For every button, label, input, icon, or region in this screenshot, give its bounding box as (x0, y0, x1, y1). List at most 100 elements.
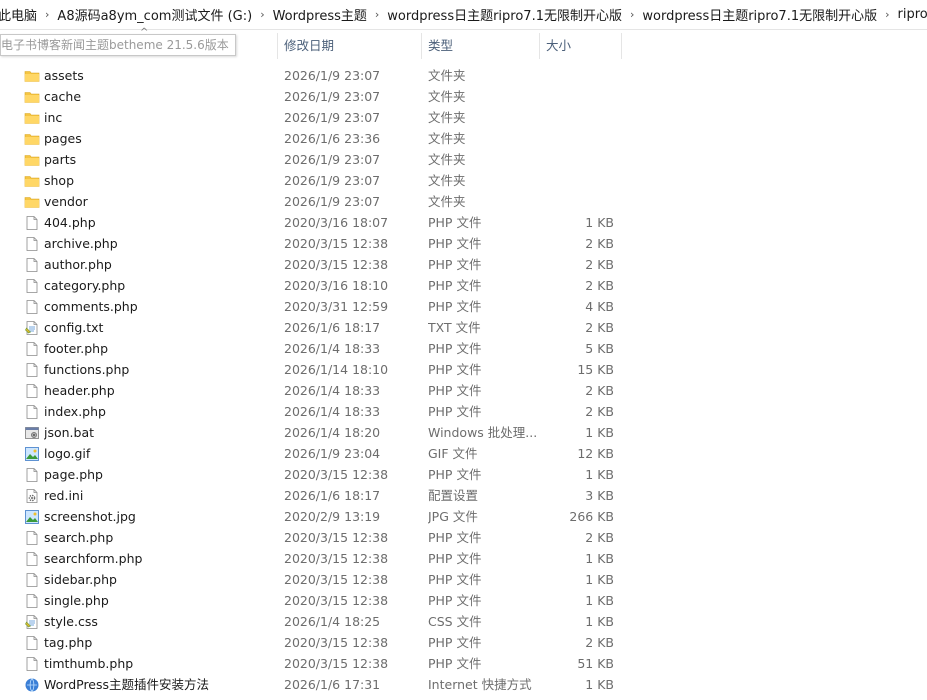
file-date: 2020/3/15 12:38 (284, 236, 389, 251)
file-date: 2026/1/4 18:33 (284, 404, 381, 419)
file-type: PHP 文件 (428, 467, 482, 482)
file-row[interactable]: shop 2026/1/9 23:07 文件夹 (0, 170, 927, 191)
file-icon (24, 632, 40, 653)
file-row[interactable]: config.txt 2026/1/6 18:17 TXT 文件 2 KB (0, 317, 927, 338)
file-name: page.php (44, 467, 103, 482)
breadcrumb-item[interactable]: wordpress日主题ripro7.1无限制开心版 (638, 5, 881, 24)
file-date: 2026/1/6 23:36 (284, 131, 381, 146)
file-type: PHP 文件 (428, 362, 482, 377)
file-icon (24, 338, 40, 359)
file-row[interactable]: cache 2026/1/9 23:07 文件夹 (0, 86, 927, 107)
breadcrumb-item[interactable]: A8源码a8ym_com测试文件 (G:) (53, 5, 256, 24)
file-type: PHP 文件 (428, 593, 482, 608)
file-size: 2 KB (585, 278, 614, 293)
file-row[interactable]: vendor 2026/1/9 23:07 文件夹 (0, 191, 927, 212)
file-icon (24, 296, 40, 317)
file-row[interactable]: inc 2026/1/9 23:07 文件夹 (0, 107, 927, 128)
file-type: PHP 文件 (428, 656, 482, 671)
file-size: 15 KB (577, 362, 614, 377)
file-row[interactable]: pages 2026/1/6 23:36 文件夹 (0, 128, 927, 149)
file-row[interactable]: footer.php 2026/1/4 18:33 PHP 文件 5 KB (0, 338, 927, 359)
folder-icon (24, 149, 40, 170)
breadcrumb-item[interactable]: ripro (894, 7, 927, 22)
file-row[interactable]: single.php 2020/3/15 12:38 PHP 文件 1 KB (0, 590, 927, 611)
file-date: 2020/2/9 13:19 (284, 509, 381, 524)
file-row[interactable]: logo.gif 2026/1/9 23:04 GIF 文件 12 KB (0, 443, 927, 464)
chevron-right-icon[interactable]: › (881, 8, 893, 21)
file-date: 2020/3/31 12:59 (284, 299, 389, 314)
file-row[interactable]: search.php 2020/3/15 12:38 PHP 文件 2 KB (0, 527, 927, 548)
column-header-date[interactable]: 修改日期 (278, 33, 422, 59)
chevron-right-icon[interactable]: › (41, 8, 53, 21)
tooltip: 电子书博客新闻主题betheme 21.5.6版本 (0, 34, 236, 56)
file-row[interactable]: comments.php 2020/3/31 12:59 PHP 文件 4 KB (0, 296, 927, 317)
file-icon (24, 401, 40, 422)
file-name: search.php (44, 530, 114, 545)
file-row[interactable]: tag.php 2020/3/15 12:38 PHP 文件 2 KB (0, 632, 927, 653)
image-file-icon (24, 443, 40, 464)
file-row[interactable]: author.php 2020/3/15 12:38 PHP 文件 2 KB (0, 254, 927, 275)
breadcrumb-item[interactable]: Wordpress主题 (269, 5, 371, 24)
file-type: 文件夹 (428, 173, 466, 188)
file-type: PHP 文件 (428, 572, 482, 587)
file-name: sidebar.php (44, 572, 117, 587)
file-icon (24, 275, 40, 296)
file-row[interactable]: searchform.php 2020/3/15 12:38 PHP 文件 1 KB (0, 548, 927, 569)
file-row[interactable]: category.php 2020/3/16 18:10 PHP 文件 2 KB (0, 275, 927, 296)
file-type: 文件夹 (428, 68, 466, 83)
file-date: 2026/1/6 18:17 (284, 320, 381, 335)
file-row[interactable]: functions.php 2026/1/14 18:10 PHP 文件 15 KB (0, 359, 927, 380)
batch-file-icon (24, 422, 40, 443)
file-size: 5 KB (585, 341, 614, 356)
file-row[interactable]: header.php 2026/1/4 18:33 PHP 文件 2 KB (0, 380, 927, 401)
file-icon (24, 527, 40, 548)
file-row[interactable]: archive.php 2020/3/15 12:38 PHP 文件 2 KB (0, 233, 927, 254)
file-row[interactable]: red.ini 2026/1/6 18:17 配置设置 3 KB (0, 485, 927, 506)
file-row[interactable]: style.css 2026/1/4 18:25 CSS 文件 1 KB (0, 611, 927, 632)
file-date: 2020/3/15 12:38 (284, 656, 389, 671)
file-name: functions.php (44, 362, 130, 377)
file-name: index.php (44, 404, 106, 419)
file-row[interactable]: index.php 2026/1/4 18:33 PHP 文件 2 KB (0, 401, 927, 422)
file-row[interactable]: parts 2026/1/9 23:07 文件夹 (0, 149, 927, 170)
file-row[interactable]: timthumb.php 2020/3/15 12:38 PHP 文件 51 KB (0, 653, 927, 674)
file-icon (24, 653, 40, 674)
file-date: 2020/3/15 12:38 (284, 530, 389, 545)
file-row[interactable]: page.php 2020/3/15 12:38 PHP 文件 1 KB (0, 464, 927, 485)
file-name: config.txt (44, 320, 104, 335)
file-name: archive.php (44, 236, 118, 251)
file-name: searchform.php (44, 551, 143, 566)
file-date: 2020/3/16 18:10 (284, 278, 389, 293)
file-name: WordPress主题插件安装方法 (44, 677, 210, 692)
file-icon (24, 590, 40, 611)
file-type: PHP 文件 (428, 257, 482, 272)
file-type: PHP 文件 (428, 551, 482, 566)
file-row[interactable]: WordPress主题插件安装方法 2026/1/6 17:31 Internet … (0, 674, 927, 695)
file-row[interactable]: sidebar.php 2020/3/15 12:38 PHP 文件 1 KB (0, 569, 927, 590)
file-row[interactable]: 404.php 2020/3/16 18:07 PHP 文件 1 KB (0, 212, 927, 233)
file-size: 2 KB (585, 530, 614, 545)
file-size: 1 KB (585, 467, 614, 482)
file-name: category.php (44, 278, 126, 293)
file-size: 2 KB (585, 236, 614, 251)
column-header-size[interactable]: 大小 (540, 33, 622, 59)
column-header-type[interactable]: 类型 (422, 33, 540, 59)
shortcut-file-icon (24, 674, 40, 695)
file-size: 1 KB (585, 215, 614, 230)
chevron-right-icon[interactable]: › (256, 8, 268, 21)
breadcrumb-item[interactable]: wordpress日主题ripro7.1无限制开心版 (383, 5, 626, 24)
chevron-right-icon[interactable]: › (371, 8, 383, 21)
file-date: 2026/1/9 23:07 (284, 152, 381, 167)
chevron-right-icon[interactable]: › (626, 8, 638, 21)
file-date: 2026/1/9 23:07 (284, 110, 381, 125)
file-list: assets 2026/1/9 23:07 文件夹 cache 2026/1/9 23:… (0, 65, 927, 695)
file-row[interactable]: assets 2026/1/9 23:07 文件夹 (0, 65, 927, 86)
file-row[interactable]: json.bat 2026/1/4 18:20 Windows 批处理... 1 KB (0, 422, 927, 443)
breadcrumb-item[interactable]: 此电脑 (0, 5, 41, 24)
file-size: 2 KB (585, 404, 614, 419)
file-type: 文件夹 (428, 131, 466, 146)
file-size: 12 KB (577, 446, 614, 461)
file-size: 4 KB (585, 299, 614, 314)
file-name: comments.php (44, 299, 138, 314)
file-row[interactable]: screenshot.jpg 2020/2/9 13:19 JPG 文件 266 KB (0, 506, 927, 527)
